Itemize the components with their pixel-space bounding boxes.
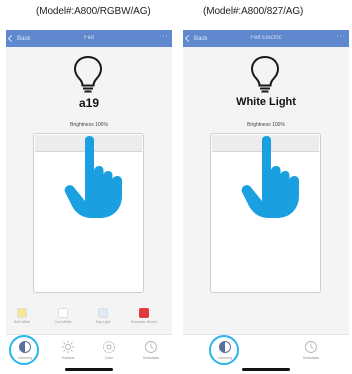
scene-swatch [98, 308, 108, 318]
lightbulb-icon [73, 55, 103, 93]
pointing-hand-icon [64, 136, 122, 218]
scene-label: Day Light [95, 320, 111, 324]
scene-label: Cool White [54, 320, 72, 324]
scene-presets: Soft White Cool White Day Light Romantic… [6, 308, 172, 332]
scene-cool-white[interactable]: Cool White [50, 308, 76, 324]
device-name: a19 [78, 96, 100, 110]
nav-bar: Back Feit ··· [6, 30, 172, 47]
device-name: White Light [236, 96, 296, 108]
tab-label: Schedules [142, 356, 160, 360]
brightness-label: Brightness 100% [247, 122, 285, 128]
home-indicator [65, 368, 113, 371]
home-indicator [242, 368, 290, 371]
scene-swatch [139, 308, 149, 318]
clock-icon [305, 341, 317, 353]
scene-day-light[interactable]: Day Light [90, 308, 116, 324]
tab-label: Color [104, 356, 114, 360]
model-caption-left: (Model#:A800/RGBW/AG) [36, 6, 151, 17]
tab-color[interactable]: Color [94, 340, 124, 360]
clock-icon [145, 341, 157, 353]
tab-sunsets[interactable]: Sunsets [53, 340, 83, 360]
dimming-highlight-ring-right [209, 335, 239, 365]
nav-bar: Back Feit Electric ··· [183, 30, 349, 47]
scene-label: Romantic Dinner [131, 320, 158, 324]
scene-soft-white[interactable]: Soft White [9, 308, 35, 324]
nav-title: Feit Electric [250, 35, 282, 41]
phone-screen-right: Back Feit Electric ··· White Light Brigh… [183, 30, 349, 374]
dimming-highlight-ring-left [9, 335, 39, 365]
sun-icon [61, 340, 75, 354]
nav-title: Feit [83, 35, 94, 41]
scene-romantic-dinner[interactable]: Romantic Dinner [131, 308, 157, 324]
phone-screen-left: Back Feit ··· a19 Brightness 100% Soft W… [6, 30, 172, 374]
more-options-button[interactable]: ··· [337, 33, 346, 40]
brightness-label: Brightness 100% [70, 122, 108, 128]
pointing-hand-icon [241, 136, 299, 218]
lightbulb-icon [250, 55, 280, 93]
scene-label: Soft White [13, 320, 31, 324]
tab-label: Sunsets [61, 356, 75, 360]
color-wheel-icon [103, 341, 115, 353]
more-options-button[interactable]: ··· [160, 33, 169, 40]
scene-swatch [58, 308, 68, 318]
scene-swatch [17, 308, 27, 318]
model-caption-right: (Model#:A800/827/AG) [203, 6, 304, 17]
tab-label: Schedules [302, 356, 320, 360]
tab-schedules[interactable]: Schedules [296, 340, 326, 360]
tab-schedules[interactable]: Schedules [136, 340, 166, 360]
